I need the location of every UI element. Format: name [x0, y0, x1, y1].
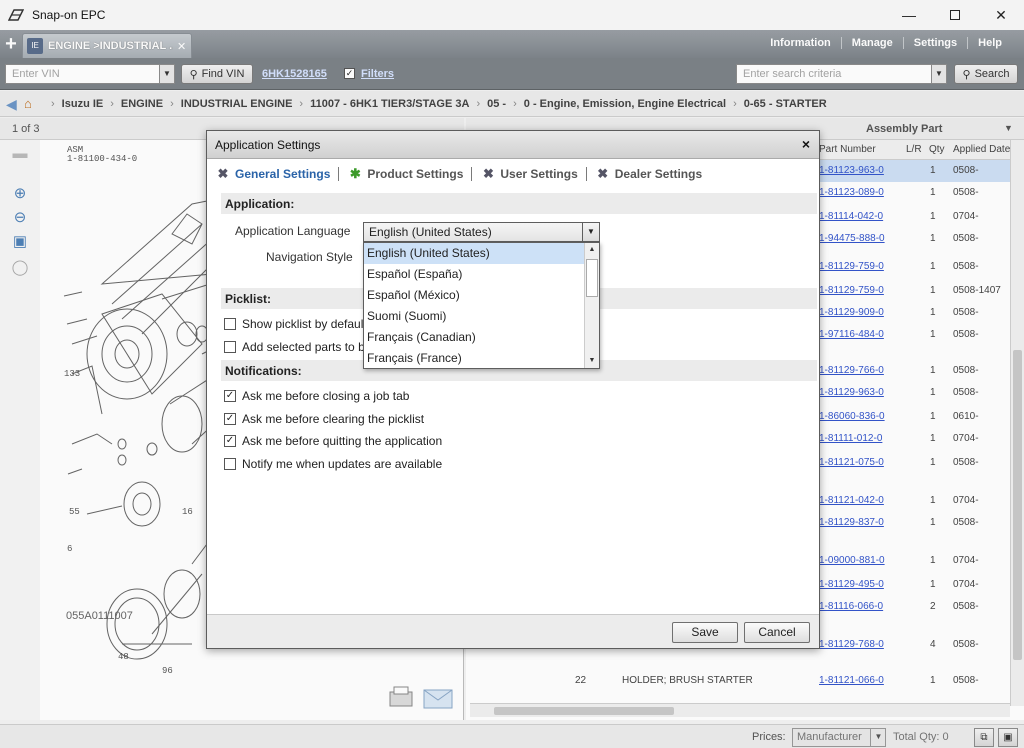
- checkbox[interactable]: ✓: [224, 413, 236, 425]
- language-option[interactable]: English (United States): [364, 243, 585, 264]
- dropdown-scrollbar[interactable]: ▲ ▼: [584, 243, 599, 368]
- window-title: Snap-on EPC: [32, 8, 106, 22]
- dialog-footer: Save Cancel: [207, 614, 819, 648]
- language-select-value: English (United States): [369, 225, 492, 239]
- close-icon[interactable]: ×: [802, 136, 810, 152]
- picklist-option[interactable]: Show picklist by default: [224, 315, 367, 333]
- application-settings-dialog: Application Settings × ✖ General Setting…: [206, 130, 820, 649]
- language-option[interactable]: Français (Canadian): [364, 327, 585, 348]
- language-option[interactable]: Français (France): [364, 348, 585, 369]
- tab-separator: [585, 167, 587, 181]
- tab-general-settings[interactable]: ✖ General Settings: [211, 166, 334, 182]
- tab-separator: [338, 167, 340, 181]
- dialog-title: Application Settings: [215, 138, 321, 152]
- language-select[interactable]: English (United States) ▼: [363, 222, 600, 242]
- scroll-down-icon[interactable]: ▼: [585, 354, 599, 368]
- close-icon[interactable]: ✕: [978, 0, 1024, 30]
- checkbox[interactable]: ✓: [224, 390, 236, 402]
- notification-option[interactable]: ✓ Ask me before quitting the application: [224, 432, 442, 450]
- dialog-titlebar: Application Settings ×: [207, 131, 819, 159]
- tab-label: General Settings: [235, 167, 331, 181]
- wrench-screwdriver-icon: ✖: [217, 166, 229, 181]
- tab-label: Dealer Settings: [614, 167, 703, 181]
- language-label: Application Language: [235, 224, 351, 238]
- language-option[interactable]: Español (España): [364, 264, 585, 285]
- chevron-down-icon[interactable]: ▼: [582, 223, 599, 241]
- language-option[interactable]: Suomi (Suomi): [364, 306, 585, 327]
- save-button[interactable]: Save: [672, 622, 738, 643]
- checkbox-label: Add selected parts to bo: [242, 340, 372, 354]
- checkbox-label: Ask me before clearing the picklist: [242, 412, 425, 426]
- tab-label: User Settings: [500, 167, 578, 181]
- window-titlebar: Snap-on EPC — ✕: [0, 0, 1024, 30]
- puzzle-icon: ✱: [349, 166, 361, 181]
- settings-tabs: ✖ General Settings ✱ Product Settings ✖ …: [211, 162, 706, 186]
- scroll-thumb[interactable]: [586, 259, 598, 297]
- notification-option[interactable]: ✓ Ask me before closing a job tab: [224, 387, 409, 405]
- tab-user-settings[interactable]: ✖ User Settings: [476, 166, 581, 182]
- snapon-epc-icon: [8, 9, 24, 21]
- cancel-button[interactable]: Cancel: [744, 622, 810, 643]
- language-dropdown-list: English (United States) Español (España)…: [363, 242, 600, 369]
- notification-option[interactable]: Notify me when updates are available: [224, 455, 442, 473]
- checkbox-label: Ask me before closing a job tab: [242, 389, 410, 403]
- wrench-screwdriver-icon: ✖: [597, 166, 609, 181]
- checkbox[interactable]: [224, 341, 236, 353]
- navigation-style-label: Navigation Style: [266, 250, 353, 264]
- wrench-screwdriver-icon: ✖: [482, 166, 494, 181]
- tab-dealer-settings[interactable]: ✖ Dealer Settings: [591, 166, 706, 182]
- notification-option[interactable]: ✓ Ask me before clearing the picklist: [224, 410, 424, 428]
- checkbox[interactable]: [224, 318, 236, 330]
- scroll-up-icon[interactable]: ▲: [585, 243, 599, 257]
- checkbox-label: Ask me before quitting the application: [242, 434, 443, 448]
- tab-product-settings[interactable]: ✱ Product Settings: [343, 166, 467, 182]
- language-option[interactable]: Español (México): [364, 285, 585, 306]
- maximize-icon[interactable]: [932, 0, 978, 30]
- checkbox-label: Notify me when updates are available: [242, 457, 443, 471]
- checkbox[interactable]: [224, 458, 236, 470]
- tab-separator: [471, 167, 473, 181]
- picklist-option[interactable]: Add selected parts to bo: [224, 338, 371, 356]
- checkbox-label: Show picklist by default: [242, 317, 367, 331]
- checkbox[interactable]: ✓: [224, 435, 236, 447]
- minimize-icon[interactable]: —: [886, 0, 932, 30]
- section-application: Application:: [221, 193, 817, 214]
- general-settings-body: Application: Application Language Naviga…: [219, 192, 819, 612]
- tab-label: Product Settings: [367, 167, 464, 181]
